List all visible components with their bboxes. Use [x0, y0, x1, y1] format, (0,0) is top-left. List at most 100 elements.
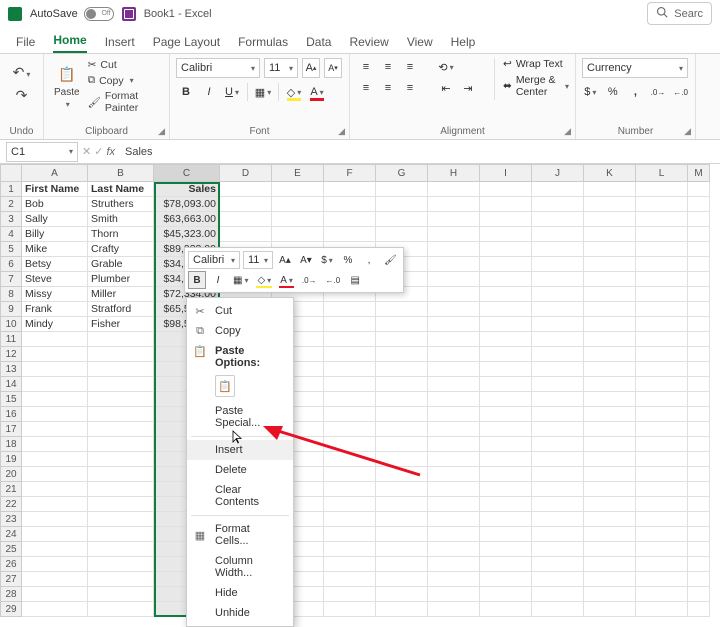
cell[interactable]	[688, 347, 710, 362]
col-header[interactable]: A	[22, 164, 88, 182]
cell[interactable]	[22, 587, 88, 602]
cell[interactable]	[376, 527, 428, 542]
decrease-indent-icon[interactable]: ⇤	[436, 79, 456, 97]
cell[interactable]	[324, 587, 376, 602]
copy-button[interactable]: ⧉Copy▾	[86, 73, 163, 88]
row-header[interactable]: 19	[0, 452, 22, 467]
cell[interactable]	[584, 377, 636, 392]
cell[interactable]	[480, 407, 532, 422]
cell[interactable]	[220, 182, 272, 197]
align-top-icon[interactable]: ≡	[356, 58, 376, 76]
row-header[interactable]: 25	[0, 542, 22, 557]
cell[interactable]	[480, 362, 532, 377]
cell[interactable]: Grable	[88, 257, 154, 272]
cell[interactable]	[428, 347, 480, 362]
cell[interactable]	[376, 347, 428, 362]
cell[interactable]	[636, 347, 688, 362]
cell[interactable]	[22, 467, 88, 482]
borders-button[interactable]: ▦▾	[253, 82, 273, 102]
cell[interactable]	[376, 512, 428, 527]
row-header[interactable]: 14	[0, 377, 22, 392]
cell[interactable]	[88, 587, 154, 602]
cell[interactable]	[636, 572, 688, 587]
search-box[interactable]: Searc	[647, 2, 712, 25]
cell[interactable]	[376, 182, 428, 197]
cell[interactable]	[22, 452, 88, 467]
cell[interactable]	[584, 497, 636, 512]
cell[interactable]	[584, 302, 636, 317]
cell[interactable]	[88, 437, 154, 452]
cell[interactable]	[376, 452, 428, 467]
cell[interactable]: Sally	[22, 212, 88, 227]
mini-grow-font-icon[interactable]: A▴	[276, 251, 294, 269]
font-size-select[interactable]: 11▾	[264, 58, 298, 78]
mini-format-painter-icon[interactable]: 🖌	[381, 251, 400, 269]
percent-format-icon[interactable]: %	[605, 82, 622, 102]
cell[interactable]: $78,093.00	[154, 197, 220, 212]
cell[interactable]	[584, 437, 636, 452]
cell[interactable]	[688, 587, 710, 602]
cell[interactable]	[584, 182, 636, 197]
cell[interactable]	[532, 212, 584, 227]
number-launcher-icon[interactable]: ◢	[684, 126, 691, 137]
cell[interactable]	[22, 347, 88, 362]
cell[interactable]	[324, 422, 376, 437]
cell[interactable]	[688, 212, 710, 227]
cell[interactable]: $63,663.00	[154, 212, 220, 227]
cell[interactable]	[584, 512, 636, 527]
number-format-select[interactable]: Currency▾	[582, 58, 688, 78]
cell[interactable]	[324, 332, 376, 347]
row-header[interactable]: 4	[0, 227, 22, 242]
row-header[interactable]: 20	[0, 467, 22, 482]
cell[interactable]	[324, 527, 376, 542]
font-name-select[interactable]: Calibri▾	[176, 58, 260, 78]
cell[interactable]	[480, 527, 532, 542]
name-box[interactable]: C1▾	[6, 142, 78, 162]
cell[interactable]	[636, 182, 688, 197]
cell[interactable]	[480, 257, 532, 272]
alignment-launcher-icon[interactable]: ◢	[564, 126, 571, 137]
cell[interactable]	[688, 422, 710, 437]
cell[interactable]	[324, 467, 376, 482]
cell[interactable]	[636, 512, 688, 527]
row-header[interactable]: 16	[0, 407, 22, 422]
cell[interactable]	[324, 347, 376, 362]
cell[interactable]	[272, 212, 324, 227]
cell[interactable]: Thorn	[88, 227, 154, 242]
cell[interactable]	[428, 392, 480, 407]
cell[interactable]	[480, 542, 532, 557]
tab-page-layout[interactable]: Page Layout	[153, 35, 220, 53]
cell[interactable]	[428, 302, 480, 317]
cell[interactable]	[636, 407, 688, 422]
grow-font-icon[interactable]: A▴	[302, 58, 320, 78]
cell[interactable]	[636, 482, 688, 497]
cell[interactable]	[688, 317, 710, 332]
formula-bar-input[interactable]: Sales	[119, 146, 720, 158]
cell[interactable]: Miller	[88, 287, 154, 302]
ctx-delete[interactable]: Delete	[187, 460, 293, 480]
cell[interactable]: Mike	[22, 242, 88, 257]
cell[interactable]	[532, 242, 584, 257]
cell[interactable]	[376, 302, 428, 317]
cell[interactable]	[688, 227, 710, 242]
cell[interactable]	[480, 557, 532, 572]
cell[interactable]	[376, 362, 428, 377]
cell[interactable]	[88, 497, 154, 512]
cell[interactable]	[688, 557, 710, 572]
cell[interactable]	[688, 242, 710, 257]
cell[interactable]	[324, 317, 376, 332]
cell[interactable]	[324, 452, 376, 467]
cell[interactable]	[636, 377, 688, 392]
cell[interactable]	[376, 317, 428, 332]
cell[interactable]	[532, 587, 584, 602]
cell[interactable]	[428, 317, 480, 332]
ctx-hide[interactable]: Hide	[187, 583, 293, 603]
cell[interactable]	[532, 377, 584, 392]
cell[interactable]	[584, 332, 636, 347]
cell[interactable]	[480, 227, 532, 242]
cell[interactable]	[688, 257, 710, 272]
cell[interactable]	[376, 197, 428, 212]
accounting-format-icon[interactable]: $▾	[582, 82, 599, 102]
cell[interactable]	[428, 512, 480, 527]
row-header[interactable]: 5	[0, 242, 22, 257]
